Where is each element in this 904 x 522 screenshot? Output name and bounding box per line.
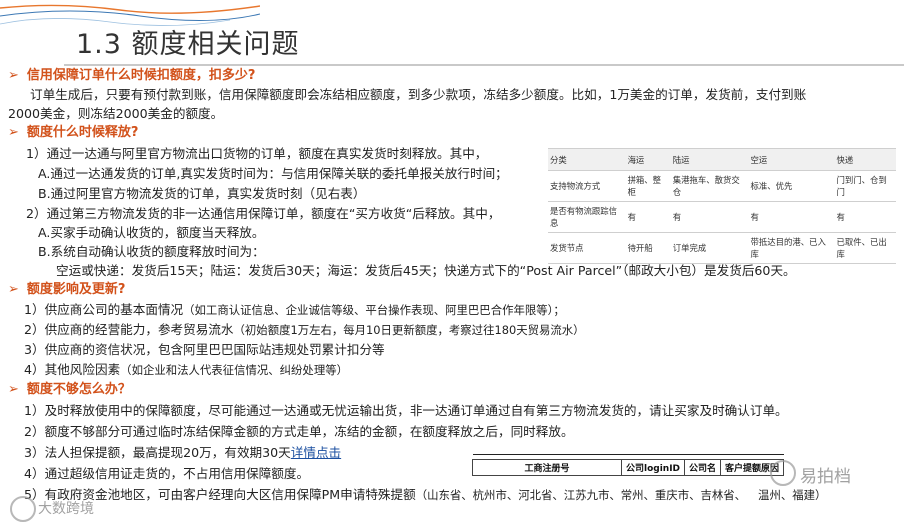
- text-line: 2000美金，则冻结2000美金的额度。: [8, 106, 224, 121]
- table-cell: 有: [670, 201, 749, 233]
- text-line: 1）及时释放使用中的保障额度，尽可能通过一达通或无忧运输出货，非一达通订单通过自…: [24, 403, 788, 418]
- table-header-cell: 空运: [748, 148, 835, 171]
- text-line: 空运或快递：发货后15天；陆运：发货后30天；海运：发货后45天；快递方式下的“…: [56, 263, 796, 278]
- text-line: 1）通过一达通与阿里官方物流出口货物的订单，额度在真实发货时刻释放。其中，: [26, 146, 488, 161]
- text-line: 4）其他风险因素（如企业和法人代表征信情况、纠纷处理等）: [24, 362, 348, 377]
- table-cell: 订单完成: [670, 232, 749, 264]
- table-header-row: 分类 海运 陆运 空运 快递: [548, 148, 896, 171]
- table-cell: 发货节点: [548, 232, 626, 264]
- title-divider: [64, 64, 904, 66]
- text-line: 3）法人担保提额，最高提现20万，有效期30天详情点击: [24, 445, 342, 460]
- table-row: 发货节点 待开船 订单完成 带抵达目的港、已入库 已取件、已出库: [548, 232, 896, 264]
- table-cell: 有: [834, 201, 896, 233]
- table-header-cell: 分类: [548, 148, 626, 171]
- text-line: B.通过阿里官方物流发货的订单，真实发货时刻（见右表）: [38, 186, 366, 201]
- table-header-cell: 公司loginID: [620, 459, 686, 476]
- table-header-row: 工商注册号 公司loginID 公司名 客户提额原因: [472, 459, 785, 476]
- table-header-cell: 海运: [625, 148, 671, 171]
- text-line: A.通过一达通发货的订单,真实发货时间为：与信用保障关联的委托单报关放行时间；: [38, 166, 508, 181]
- page-title: 1.3 额度相关问题: [76, 29, 300, 60]
- table-cell: 有: [625, 201, 671, 233]
- text-line: 2）额度不够部分可通过临时冻结保障金额的方式走单，冻结的金额，在额度释放之后，同…: [24, 424, 574, 439]
- text-line: 2）供应商的经营能力，参考贸易流水（初始额度1万左右，每月10日更新额度，考察过…: [24, 322, 585, 337]
- watermark-left: 大数跨境: [38, 501, 94, 517]
- table-row: 支持物流方式 拼箱、整柜 集港拖车、散货交仓 标准、优先 门到门、仓到门: [548, 170, 896, 202]
- section-heading-not-enough: ➢ 额度不够怎么办？: [8, 382, 131, 397]
- table-header-cell: 公司名: [684, 459, 722, 476]
- arrow-bullet-icon: ➢: [8, 282, 19, 297]
- text-line: B.系统自动确认收货的额度释放时间为：: [38, 244, 265, 259]
- table-row: 是否有物流跟踪信息 有 有 有 有: [548, 201, 896, 233]
- watermark-right: 易拍档: [800, 467, 851, 487]
- table-cell: 带抵达目的港、已入库: [748, 232, 835, 264]
- text-line: 1）供应商公司的基本面情况（如工商认证信息、企业诚信等级、平台操作表现、阿里巴巴…: [24, 302, 565, 317]
- text-line: 4）通过超级信用证走货的，不占用信用保障额度。: [24, 466, 310, 481]
- table-header-cell: 工商注册号: [472, 459, 622, 476]
- table-cell: 支持物流方式: [548, 170, 626, 202]
- table-cell: 是否有物流跟踪信息: [548, 201, 626, 233]
- logistics-table: 分类 海运 陆运 空运 快递 支持物流方式 拼箱、整柜 集港拖车、散货交仓 标准…: [548, 148, 896, 264]
- register-table: 工商注册号 公司loginID 公司名 客户提额原因: [472, 454, 785, 476]
- text-line: A.买家手动确认收货的，额度当天释放。: [38, 225, 265, 240]
- table-cell: 待开船: [625, 232, 671, 264]
- watermark-logo-icon: [770, 460, 796, 486]
- table-cell: 已取件、已出库: [834, 232, 896, 264]
- watermark-logo-icon: [10, 496, 36, 522]
- section-heading-quota-factors: ➢ 额度影响及更新?: [8, 282, 126, 297]
- table-cell: 集港拖车、散货交仓: [670, 170, 749, 202]
- text-line: 3）供应商的资信状况，包含阿里巴巴国际站违规处罚累计扣分等: [24, 342, 385, 357]
- arrow-bullet-icon: ➢: [8, 382, 19, 397]
- table-header-cell: 快递: [834, 148, 896, 171]
- section-heading-when-deduct: ➢ 信用保障订单什么时候扣额度，扣多少?: [8, 68, 256, 83]
- section-heading-when-release: ➢ 额度什么时候释放?: [8, 125, 139, 140]
- text-line: 2）通过第三方物流发货的非一达通信用保障订单，额度在“买方收货“后释放。其中，: [26, 206, 501, 221]
- text-line: 订单生成后，只要有预付款到账，信用保障额度即会冻结相应额度，到多少款项，冻结多少…: [30, 87, 807, 102]
- table-cell: 门到门、仓到门: [834, 170, 896, 202]
- text-line: 5）有政府资金池地区，可由客户经理向大区信用保障PM申请特殊提额（山东省、杭州市…: [24, 487, 827, 502]
- arrow-bullet-icon: ➢: [8, 125, 19, 140]
- table-header-cell: 陆运: [670, 148, 749, 171]
- table-cell: 拼箱、整柜: [625, 170, 671, 202]
- details-link[interactable]: 详情点击: [291, 445, 341, 460]
- arrow-bullet-icon: ➢: [8, 68, 19, 83]
- table-cell: 有: [748, 201, 835, 233]
- table-cell: 标准、优先: [748, 170, 835, 202]
